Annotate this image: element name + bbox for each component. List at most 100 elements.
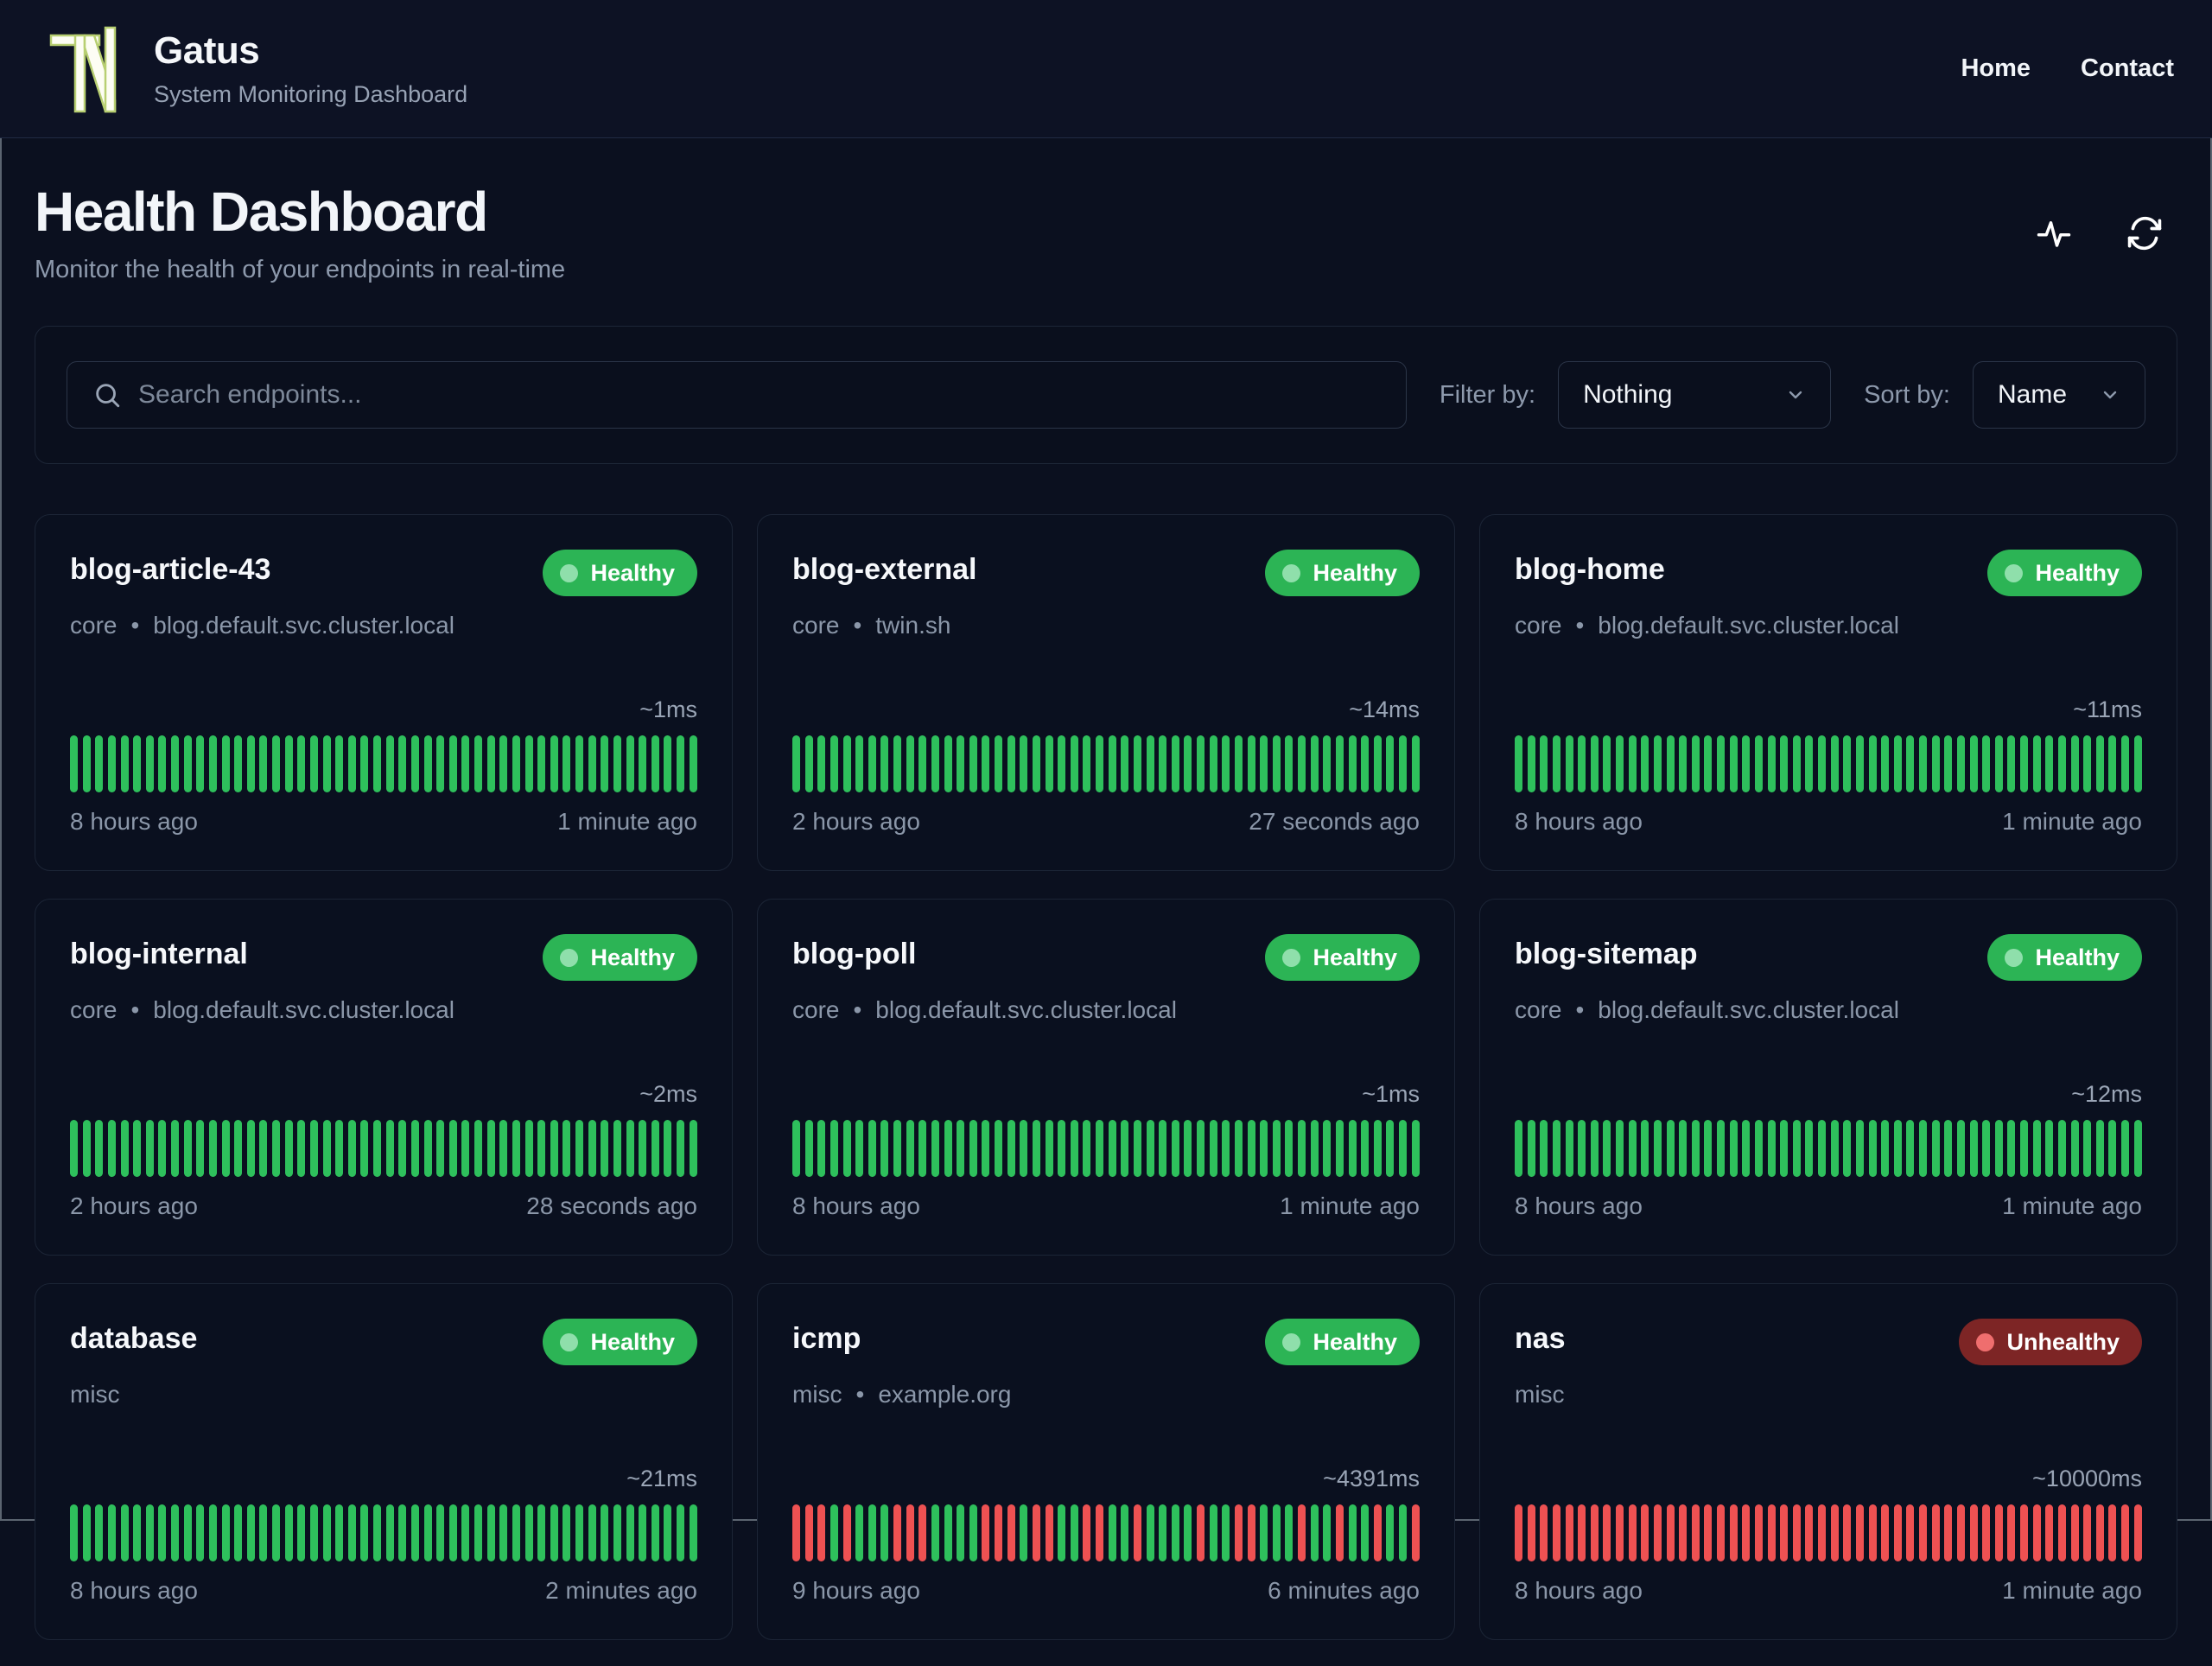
status-bar[interactable] <box>868 1120 876 1178</box>
status-bar[interactable] <box>982 735 990 793</box>
status-bar[interactable] <box>196 1120 205 1178</box>
status-bar[interactable] <box>817 735 826 793</box>
status-bar[interactable] <box>234 1504 243 1562</box>
status-bar[interactable] <box>1994 735 2003 793</box>
status-bar[interactable] <box>1298 1120 1306 1178</box>
status-bar[interactable] <box>1868 1504 1877 1562</box>
status-bar[interactable] <box>2057 1120 2066 1178</box>
status-bar[interactable] <box>1742 735 1751 793</box>
status-bar[interactable] <box>1552 1120 1560 1178</box>
status-bar[interactable] <box>1919 1504 1927 1562</box>
status-bar[interactable] <box>1386 735 1395 793</box>
status-bar[interactable] <box>1032 1120 1040 1178</box>
status-bar[interactable] <box>297 1504 306 1562</box>
status-bar[interactable] <box>1209 1504 1217 1562</box>
status-bar[interactable] <box>512 1504 520 1562</box>
status-bar[interactable] <box>385 1504 394 1562</box>
status-bar[interactable] <box>1969 735 1978 793</box>
status-bar[interactable] <box>842 735 851 793</box>
status-bar[interactable] <box>486 1120 495 1178</box>
status-bar[interactable] <box>931 1504 939 1562</box>
status-bar[interactable] <box>1616 735 1624 793</box>
status-bar[interactable] <box>1247 1504 1255 1562</box>
status-bar[interactable] <box>524 1504 533 1562</box>
status-bar[interactable] <box>398 1504 407 1562</box>
status-bar[interactable] <box>499 1120 508 1178</box>
status-bar[interactable] <box>1399 735 1407 793</box>
status-bar[interactable] <box>855 1120 864 1178</box>
status-bar[interactable] <box>588 735 596 793</box>
status-bar[interactable] <box>2108 735 2117 793</box>
status-bar[interactable] <box>133 735 142 793</box>
status-bar[interactable] <box>537 1504 546 1562</box>
status-bar[interactable] <box>158 1504 167 1562</box>
status-bar[interactable] <box>1361 735 1370 793</box>
status-bar[interactable] <box>1399 1504 1407 1562</box>
status-bar[interactable] <box>524 1120 533 1178</box>
status-bar[interactable] <box>1666 1504 1675 1562</box>
status-bar[interactable] <box>1919 1120 1927 1178</box>
status-bar[interactable] <box>1830 1120 1839 1178</box>
status-bar[interactable] <box>893 1504 901 1562</box>
status-bar[interactable] <box>1083 735 1091 793</box>
status-bar[interactable] <box>2121 1120 2129 1178</box>
status-bar[interactable] <box>588 1504 596 1562</box>
status-bar[interactable] <box>1679 735 1688 793</box>
status-bar[interactable] <box>1184 735 1192 793</box>
status-bar[interactable] <box>1881 1120 1890 1178</box>
status-bar[interactable] <box>2095 1120 2104 1178</box>
status-bar[interactable] <box>82 1120 91 1178</box>
status-bar[interactable] <box>1691 1504 1700 1562</box>
status-bar[interactable] <box>385 1120 394 1178</box>
status-bar[interactable] <box>221 1504 230 1562</box>
status-bar[interactable] <box>2108 1120 2117 1178</box>
status-bar[interactable] <box>1956 735 1965 793</box>
status-bar[interactable] <box>1780 735 1789 793</box>
status-bar[interactable] <box>1603 1504 1611 1562</box>
status-bar[interactable] <box>373 1504 381 1562</box>
status-bar[interactable] <box>1411 1120 1420 1178</box>
status-bar[interactable] <box>145 1120 154 1178</box>
status-bar[interactable] <box>1855 735 1864 793</box>
status-bar[interactable] <box>335 735 344 793</box>
status-bar[interactable] <box>183 735 192 793</box>
status-bar[interactable] <box>1628 1504 1637 1562</box>
filter-dropdown[interactable]: Nothing <box>1558 361 1832 429</box>
status-bar[interactable] <box>944 1504 952 1562</box>
status-bar[interactable] <box>1969 1120 1978 1178</box>
status-bar[interactable] <box>664 1120 672 1178</box>
status-bar[interactable] <box>1893 735 1902 793</box>
status-bar[interactable] <box>1323 1504 1332 1562</box>
status-bar[interactable] <box>1931 735 1940 793</box>
status-bar[interactable] <box>2007 735 2016 793</box>
status-bar[interactable] <box>1260 735 1268 793</box>
status-bar[interactable] <box>1590 735 1599 793</box>
status-bar[interactable] <box>1335 735 1344 793</box>
status-bar[interactable] <box>1335 1504 1344 1562</box>
status-bar[interactable] <box>2057 1504 2066 1562</box>
status-bar[interactable] <box>423 1120 432 1178</box>
status-bar[interactable] <box>1565 1504 1573 1562</box>
status-bar[interactable] <box>918 1120 927 1178</box>
status-bar[interactable] <box>436 1504 445 1562</box>
status-bar[interactable] <box>1121 1504 1129 1562</box>
status-bar[interactable] <box>1628 735 1637 793</box>
status-bar[interactable] <box>1020 1120 1028 1178</box>
endpoint-card[interactable]: blog-external Healthy core • twin.sh ~14… <box>757 514 1455 872</box>
status-bar[interactable] <box>1209 735 1217 793</box>
status-bar[interactable] <box>1058 735 1066 793</box>
status-bar[interactable] <box>2083 735 2092 793</box>
status-bar[interactable] <box>1070 1504 1078 1562</box>
status-bar[interactable] <box>1045 1120 1053 1178</box>
status-bar[interactable] <box>208 1120 217 1178</box>
status-bar[interactable] <box>512 1120 520 1178</box>
status-bar[interactable] <box>1868 735 1877 793</box>
status-bar[interactable] <box>1805 1504 1814 1562</box>
status-bar[interactable] <box>1641 1120 1649 1178</box>
status-bar[interactable] <box>2133 1120 2142 1178</box>
status-bar[interactable] <box>448 1120 457 1178</box>
status-bar[interactable] <box>651 735 659 793</box>
status-bar[interactable] <box>1653 1504 1662 1562</box>
status-bar[interactable] <box>335 1504 344 1562</box>
status-bar[interactable] <box>792 1504 800 1562</box>
